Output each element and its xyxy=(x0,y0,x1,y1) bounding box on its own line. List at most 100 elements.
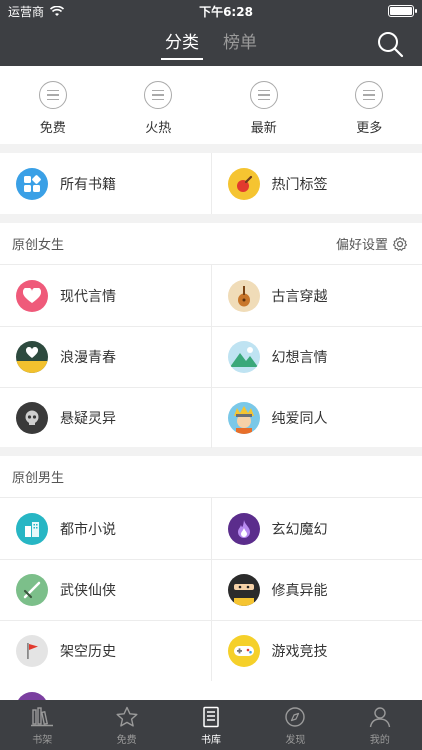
category-label: 悬疑灵异 xyxy=(60,411,116,427)
nav-label: 发现 xyxy=(285,735,306,746)
wifi-icon xyxy=(50,5,65,16)
quick-label: 更多 xyxy=(356,121,383,136)
male-section: 原创男生 都市小说 玄幻魔幻 武侠仙侠 修真异能 架空历史 游戏竞技 xyxy=(0,456,422,700)
grid-icon xyxy=(16,167,48,200)
gamepad-icon xyxy=(227,635,260,667)
fire-icon xyxy=(227,167,260,200)
user-icon xyxy=(369,707,391,728)
category-fantasy-magic[interactable]: 玄幻魔幻 xyxy=(210,498,422,559)
heart-icon xyxy=(16,279,48,312)
category-label: 浪漫青春 xyxy=(60,350,116,366)
category-modern-romance[interactable]: 现代言情 xyxy=(0,265,211,326)
menu-lines-icon xyxy=(249,81,278,109)
category-suspense-supernatural[interactable]: 悬疑灵异 xyxy=(0,388,211,448)
section-title: 原创女生 xyxy=(12,238,65,253)
category-label: 热门标签 xyxy=(271,176,328,193)
category-label: 游戏竞技 xyxy=(271,644,328,660)
category-urban-novel[interactable]: 都市小说 xyxy=(0,498,211,559)
preference-label: 偏好设置 xyxy=(335,238,388,253)
category-row: 现代言情 古言穿越 xyxy=(0,265,422,326)
preference-settings-button[interactable]: 偏好设置 xyxy=(336,234,408,253)
status-bar: 运营商 下午6:28 xyxy=(0,0,422,22)
nav-discover[interactable]: 发现 xyxy=(253,700,337,750)
carrier-label: 运营商 xyxy=(8,4,45,19)
category-all-books[interactable]: 所有书籍 xyxy=(0,153,211,214)
battery-fill xyxy=(390,7,412,15)
category-label: 所有书籍 xyxy=(60,176,116,193)
quick-filter-row: 免费 火热 最新 更多 xyxy=(0,66,422,144)
nav-label: 书库 xyxy=(201,735,222,746)
category-ancient-time-travel[interactable]: 古言穿越 xyxy=(210,265,422,326)
quick-more[interactable]: 更多 xyxy=(317,66,422,144)
category-row: 悬疑灵异 纯爱同人 xyxy=(0,387,422,448)
category-romantic-youth[interactable]: 浪漫青春 xyxy=(0,327,211,387)
lute-icon xyxy=(227,279,260,312)
menu-lines-icon xyxy=(144,81,173,109)
app-header: 运营商 下午6:28 分类 榜单 xyxy=(0,0,422,66)
quick-label: 火热 xyxy=(145,121,172,136)
category-cultivation-powers[interactable]: 修真异能 xyxy=(210,560,422,620)
nav-bookshelf[interactable]: 书架 xyxy=(0,700,84,750)
male-grid: 都市小说 玄幻魔幻 武侠仙侠 修真异能 架空历史 游戏竞技 xyxy=(0,498,422,681)
menu-lines-icon xyxy=(38,81,67,109)
compass-icon xyxy=(285,707,306,727)
tab-category[interactable]: 分类 xyxy=(161,28,203,62)
star-icon xyxy=(116,706,138,727)
mountain-icon xyxy=(227,341,260,373)
category-label: 武侠仙侠 xyxy=(60,583,116,599)
heart-field-icon xyxy=(16,341,48,373)
gear-icon xyxy=(392,236,408,251)
search-icon[interactable] xyxy=(376,30,404,58)
category-gaming-esports[interactable]: 游戏竞技 xyxy=(210,621,422,681)
status-time: 下午6:28 xyxy=(199,4,253,19)
nav-mine[interactable]: 我的 xyxy=(338,700,422,750)
quick-newest[interactable]: 最新 xyxy=(211,66,317,144)
nav-library[interactable]: 书库 xyxy=(169,700,253,750)
header-tabs: 分类 榜单 xyxy=(0,28,422,66)
category-row: 所有书籍 热门标签 xyxy=(0,153,422,214)
quick-label: 免费 xyxy=(39,121,66,136)
category-label: 架空历史 xyxy=(60,644,116,660)
category-label: 纯爱同人 xyxy=(271,411,328,427)
category-label: 都市小说 xyxy=(60,521,116,538)
category-wuxia-xianxia[interactable]: 武侠仙侠 xyxy=(0,560,211,620)
status-left: 运营商 xyxy=(8,3,65,20)
category-fantasy-romance[interactable]: 幻想言情 xyxy=(210,327,422,387)
section-title: 原创男生 xyxy=(12,471,65,486)
nav-label: 免费 xyxy=(116,735,137,746)
menu-lines-icon xyxy=(355,81,384,109)
skull-icon xyxy=(16,402,48,434)
category-row: 浪漫青春 幻想言情 xyxy=(0,326,422,387)
battery-icon xyxy=(388,5,417,17)
category-label: 古言穿越 xyxy=(271,288,328,305)
bookshelf-icon xyxy=(31,707,54,727)
nav-label: 书架 xyxy=(32,735,53,746)
top-categories: 所有书籍 热门标签 xyxy=(0,153,422,214)
female-grid: 现代言情 古言穿越 浪漫青春 幻想言情 悬疑灵异 纯爱同人 xyxy=(0,265,422,448)
masked-icon xyxy=(227,574,260,606)
library-icon xyxy=(203,706,219,728)
nav-label: 我的 xyxy=(369,735,390,746)
tab-ranking[interactable]: 榜单 xyxy=(221,28,259,62)
category-fanfiction[interactable]: 纯爱同人 xyxy=(210,388,422,448)
city-icon xyxy=(16,512,48,545)
category-alternate-history[interactable]: 架空历史 xyxy=(0,621,211,681)
category-label: 修真异能 xyxy=(271,583,328,599)
category-label: 现代言情 xyxy=(60,288,116,305)
section-header: 原创女生 偏好设置 xyxy=(0,223,422,265)
quick-label: 最新 xyxy=(250,121,277,136)
category-label: 幻想言情 xyxy=(271,350,328,366)
category-hot-tags[interactable]: 热门标签 xyxy=(210,153,422,214)
category-row: 架空历史 游戏竞技 xyxy=(0,620,422,681)
female-section: 原创女生 偏好设置 现代言情 古言穿越 浪漫青春 幻想言情 悬疑灵异 纯爱同人 xyxy=(0,223,422,448)
category-row: 武侠仙侠 修真异能 xyxy=(0,559,422,620)
quick-free[interactable]: 免费 xyxy=(0,66,106,144)
bottom-navigation: 书架 免费 书库 发现 我的 xyxy=(0,700,422,750)
category-row: 都市小说 玄幻魔幻 xyxy=(0,498,422,559)
section-header: 原创男生 xyxy=(0,456,422,498)
flag-icon xyxy=(16,635,48,667)
ninja-icon xyxy=(227,402,260,434)
quick-hot[interactable]: 火热 xyxy=(106,66,212,144)
sword-icon xyxy=(16,574,48,606)
nav-free[interactable]: 免费 xyxy=(84,700,168,750)
